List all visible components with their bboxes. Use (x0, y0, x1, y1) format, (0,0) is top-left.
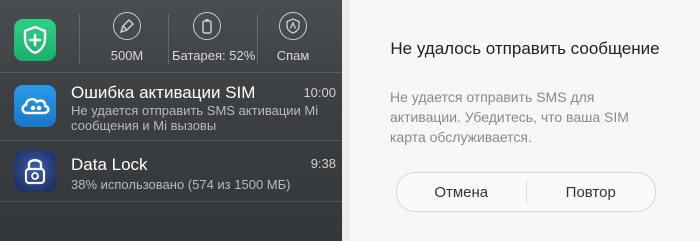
dialog-message: Не удается отправить SMS для активации. … (390, 89, 629, 145)
toggle-separator (168, 14, 169, 64)
data-lock-icon (14, 150, 56, 192)
notification-title: Ошибка активации SIM (71, 83, 256, 102)
quick-toggles-row: 500M Батарея: 52% Спам (0, 0, 342, 72)
spam-shield-icon (279, 12, 307, 40)
toggle-spam[interactable]: Спам (258, 12, 328, 63)
notification-body: Не удается отправить SMS активации Mi со… (71, 103, 319, 133)
dialog-button-group: Отмена Повтор (396, 172, 656, 212)
battery-icon (193, 12, 221, 40)
cleaner-brush-icon (113, 12, 141, 40)
toggle-spam-label: Спам (276, 48, 310, 63)
retry-button[interactable]: Повтор (527, 173, 656, 211)
toggle-cleaner[interactable]: 500M (92, 12, 162, 63)
cloud-icon (14, 85, 56, 127)
notification-time: 10:00 (303, 85, 336, 100)
notification-body: 38% использовано (574 из 1500 МБ) (71, 177, 291, 192)
shield-plus-icon (23, 25, 47, 55)
cancel-button[interactable]: Отмена (397, 173, 526, 211)
notification-title: Data Lock (71, 155, 148, 174)
toggle-battery-label: Батарея: 52% (172, 48, 256, 63)
notification-data-lock[interactable]: Data Lock 9:38 38% использовано (574 из … (0, 141, 342, 201)
notification-shade: 500M Батарея: 52% Спам Ошибка активации … (0, 0, 342, 241)
panel-divider (342, 0, 350, 241)
security-shield-button[interactable] (14, 19, 56, 61)
notification-sim-activation[interactable]: Ошибка активации SIM 10:00 Не удается от… (0, 73, 342, 140)
notification-time: 9:38 (310, 156, 336, 171)
error-dialog: Не удалось отправить сообщение Не удаетс… (350, 0, 700, 241)
toggle-cleaner-label: 500M (110, 48, 144, 63)
toggle-separator (79, 14, 80, 64)
dialog-title: Не удалось отправить сообщение (390, 39, 660, 58)
toggle-battery[interactable]: Батарея: 52% (172, 12, 256, 63)
divider (0, 201, 342, 202)
